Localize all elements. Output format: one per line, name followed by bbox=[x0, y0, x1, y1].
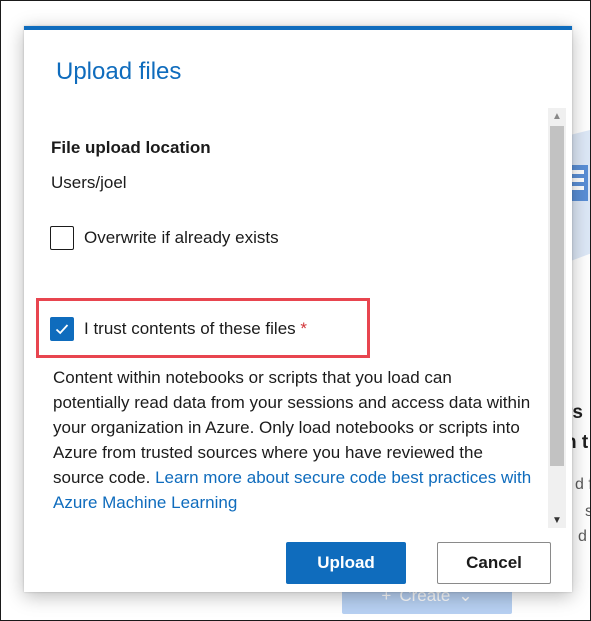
upload-button[interactable]: Upload bbox=[286, 542, 406, 584]
background-text-fragment-1: d f bbox=[575, 476, 591, 493]
background-text-fragment-2: s bbox=[585, 503, 591, 520]
content-scrollbar[interactable]: ▲ ▼ bbox=[548, 108, 566, 528]
trust-description: Content within notebooks or scripts that… bbox=[53, 365, 533, 515]
upload-files-dialog: Upload files File upload location Users/… bbox=[24, 26, 572, 592]
scrollbar-thumb[interactable] bbox=[550, 126, 564, 466]
checkmark-icon bbox=[55, 324, 69, 335]
cancel-button[interactable]: Cancel bbox=[437, 542, 551, 584]
trust-checkbox[interactable] bbox=[50, 317, 74, 341]
required-marker: * bbox=[300, 319, 308, 338]
scroll-down-arrow-icon[interactable]: ▼ bbox=[548, 512, 566, 528]
background-text-fragment-3: d bbox=[578, 528, 587, 545]
scroll-up-arrow-icon[interactable]: ▲ bbox=[548, 108, 566, 124]
file-upload-location-heading: File upload location bbox=[51, 138, 211, 157]
overwrite-checkbox-row[interactable]: Overwrite if already exists bbox=[50, 226, 279, 250]
dialog-content: File upload location Users/joel Overwrit… bbox=[24, 108, 548, 528]
trust-checkbox-label: I trust contents of these files bbox=[84, 319, 296, 338]
overwrite-checkbox[interactable] bbox=[50, 226, 74, 250]
overwrite-checkbox-label: Overwrite if already exists bbox=[84, 228, 279, 247]
trust-checkbox-row[interactable]: I trust contents of these files * bbox=[50, 317, 307, 341]
file-upload-location-value: Users/joel bbox=[51, 173, 127, 192]
dialog-title: Upload files bbox=[56, 58, 182, 85]
